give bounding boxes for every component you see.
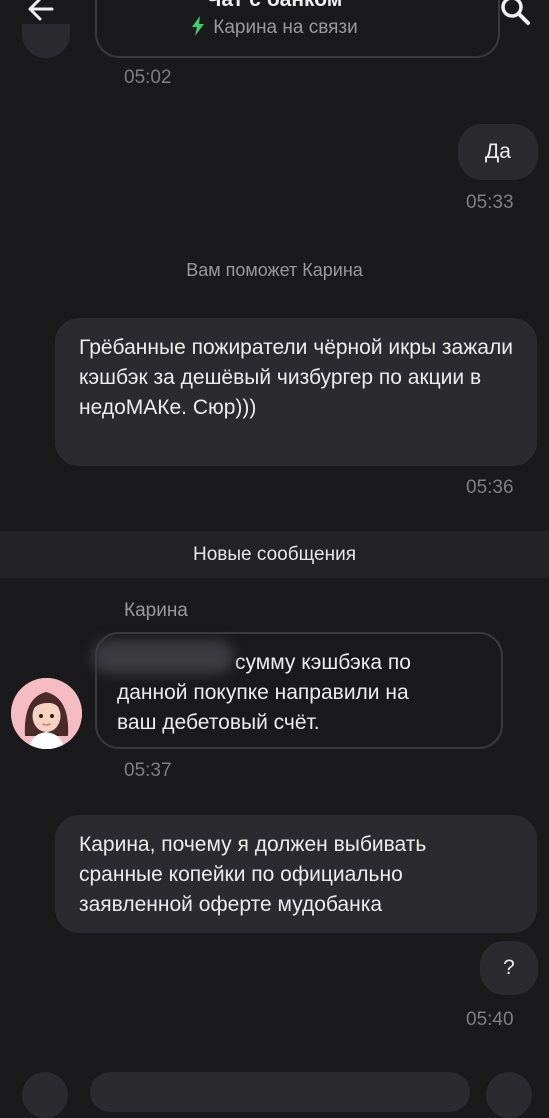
outgoing-message: Карина, почему я должен выбивать сранные…	[55, 815, 537, 933]
avatar	[11, 678, 82, 749]
outgoing-message: ?	[480, 941, 538, 995]
search-icon[interactable]	[499, 0, 531, 26]
send-button[interactable]	[486, 1072, 532, 1118]
message-text: Да	[485, 140, 511, 163]
system-message: Вам поможет Карина	[186, 260, 363, 280]
message-text: Грёбанные пожиратели чёрной икры зажали …	[79, 336, 513, 419]
message-time: 05:36	[466, 477, 514, 498]
message-line: данной покупке направили на	[117, 681, 409, 704]
prev-agent-bubble-edge	[95, 0, 500, 58]
message-text: Карина, почему я должен выбивать сранные…	[79, 833, 427, 916]
agent-name: Карина	[124, 600, 188, 621]
redacted-text	[92, 640, 234, 674]
message-input[interactable]	[90, 1072, 470, 1112]
agent-avatar-illustration	[11, 678, 82, 749]
message-time: 05:02	[124, 67, 172, 88]
message-time: 05:40	[466, 1009, 514, 1030]
prev-avatar-edge	[22, 24, 70, 58]
message-time: 05:37	[124, 760, 172, 781]
attach-button[interactable]	[22, 1072, 68, 1118]
message-line: ваш дебетовый счёт.	[117, 711, 320, 734]
message-text: ?	[503, 956, 515, 979]
outgoing-message: Грёбанные пожиратели чёрной икры зажали …	[55, 318, 537, 466]
new-messages-divider: Новые сообщения	[0, 531, 549, 578]
message-time: 05:33	[466, 192, 514, 213]
outgoing-message: Да	[458, 124, 538, 180]
